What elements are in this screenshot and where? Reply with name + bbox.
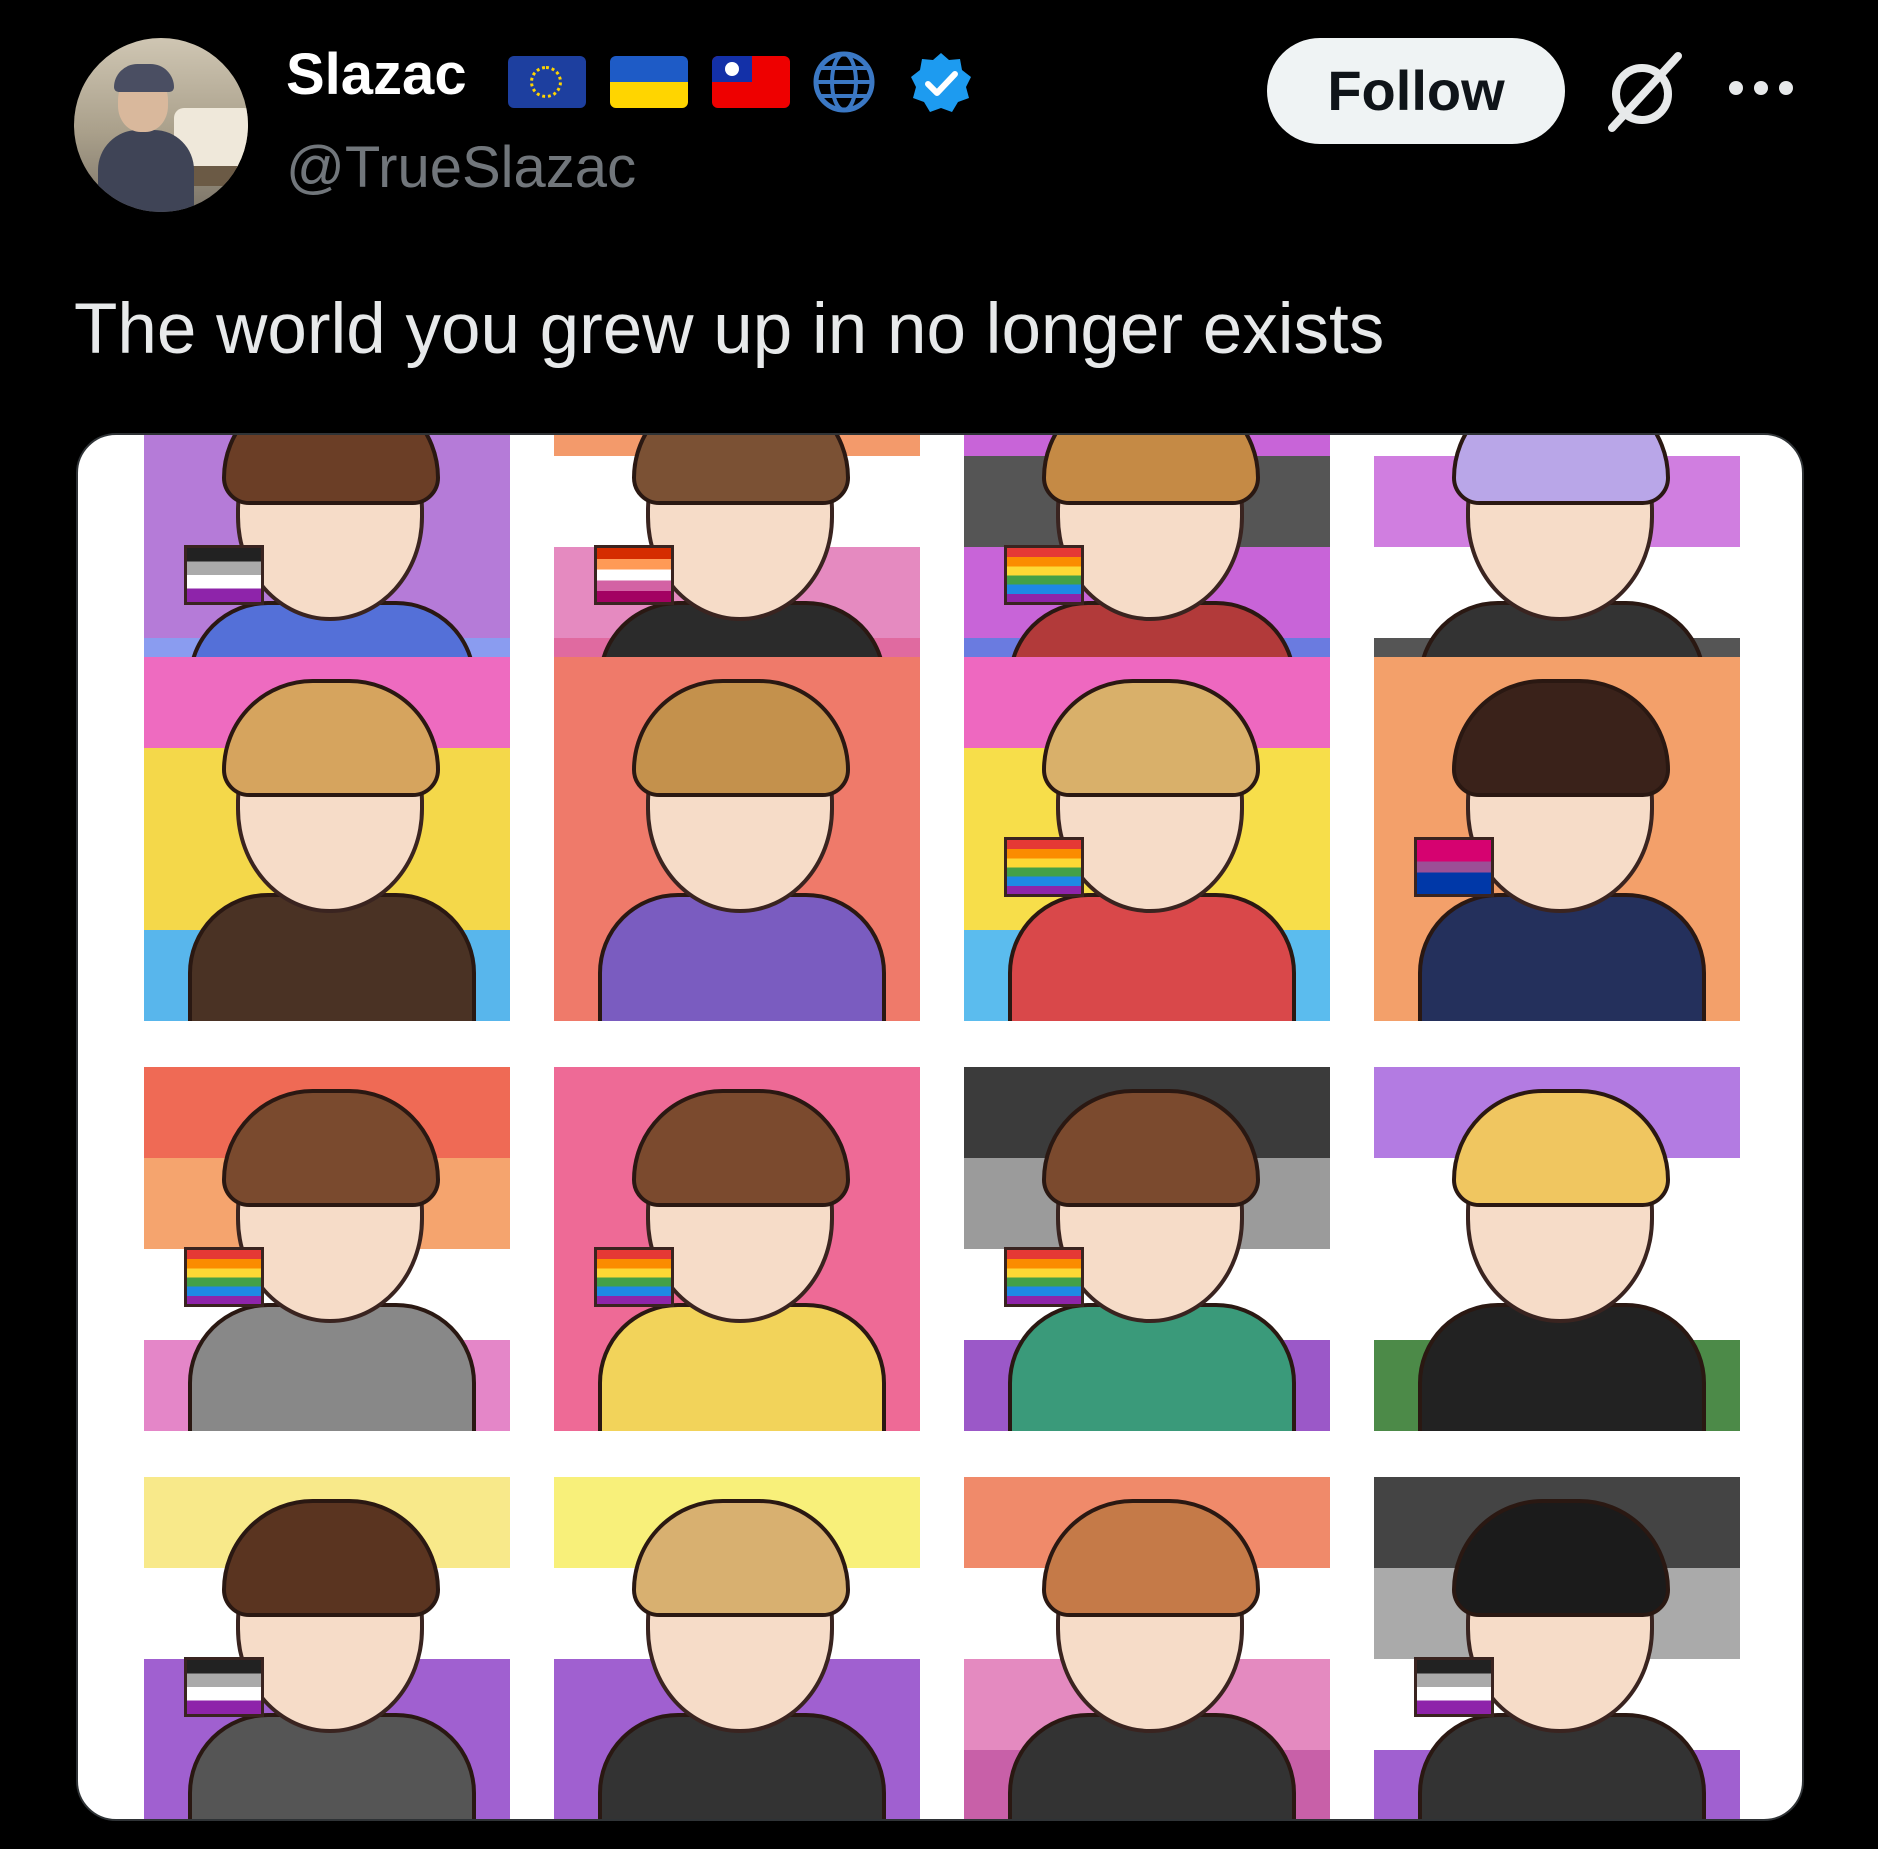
eu-flag-icon	[508, 56, 586, 108]
character-hair	[1452, 435, 1670, 505]
ukraine-flag-icon	[610, 56, 688, 108]
pride-flag-icon	[1414, 1657, 1494, 1717]
character-card	[1374, 1477, 1740, 1819]
globe-icon	[813, 51, 875, 113]
character-card	[144, 1067, 510, 1431]
character-card	[554, 1477, 920, 1819]
pride-flag-icon	[184, 545, 264, 605]
grok-icon[interactable]	[1598, 48, 1688, 138]
pride-flag-icon	[1004, 545, 1084, 605]
pride-flag-icon	[594, 1247, 674, 1307]
pride-flag-icon	[1004, 837, 1084, 897]
user-handle[interactable]: @TrueSlazac	[286, 132, 636, 204]
pride-flag-icon	[1414, 837, 1494, 897]
avatar[interactable]	[74, 38, 248, 212]
character-card	[1374, 1067, 1740, 1431]
follow-button[interactable]: Follow	[1267, 38, 1565, 144]
character-card	[964, 1067, 1330, 1431]
character-hair	[1042, 435, 1260, 505]
more-options-icon[interactable]	[1726, 76, 1796, 100]
verified-badge-icon[interactable]	[908, 50, 974, 116]
pride-flag-icon	[594, 545, 674, 605]
character-card	[964, 1477, 1330, 1819]
character-card	[964, 657, 1330, 1021]
tweet-media-image[interactable]	[76, 433, 1804, 1821]
character-card	[144, 1477, 510, 1819]
avatar-cap	[114, 64, 174, 92]
tweet-text: The world you grew up in no longer exist…	[74, 290, 1385, 369]
character-hair	[222, 435, 440, 505]
pride-flag-icon	[184, 1657, 264, 1717]
character-hair	[632, 435, 850, 505]
taiwan-flag-icon	[712, 56, 790, 108]
character-card	[554, 1067, 920, 1431]
character-card	[554, 657, 920, 1021]
pride-flag-icon	[184, 1247, 264, 1307]
display-name[interactable]: Slazac	[286, 40, 467, 110]
character-card	[1374, 657, 1740, 1021]
avatar-body	[98, 130, 194, 212]
character-card	[144, 657, 510, 1021]
pride-flag-icon	[1004, 1247, 1084, 1307]
